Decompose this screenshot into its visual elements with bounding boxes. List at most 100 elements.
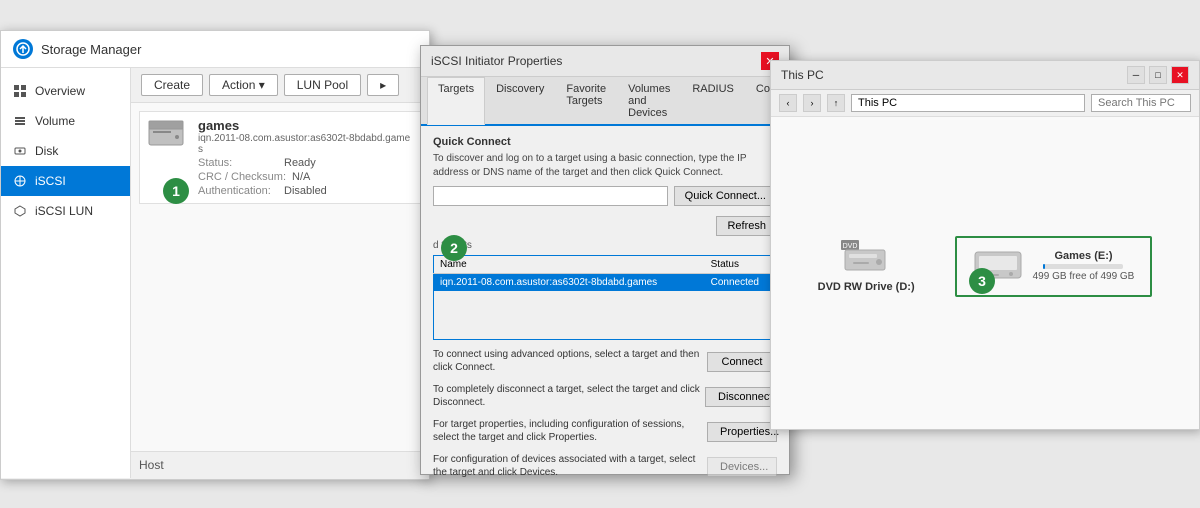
games-drive-progress-fill [1043, 264, 1045, 269]
properties-button[interactable]: Properties... [707, 422, 777, 442]
connect-desc: To connect using advanced options, selec… [433, 348, 707, 374]
properties-action-row: For target properties, including configu… [433, 418, 777, 447]
crc-label: CRC / Checksum: [198, 171, 286, 183]
forward-button[interactable]: › [803, 94, 821, 112]
target-row-empty-1 [434, 291, 777, 307]
explorer-toolbar: ‹ › ↑ [771, 90, 1199, 117]
auth-row: Authentication: Disabled [198, 185, 414, 197]
iscsi-table-area: games iqn.2011-08.com.asustor:as6302t-8b… [131, 103, 429, 451]
dialog-tabs: Targets Discovery Favorite Targets Volum… [421, 77, 789, 126]
action-button[interactable]: Action ▾ [209, 74, 278, 96]
discovered-targets-section: Refresh d targets Name Status iqn.2011-0… [433, 216, 777, 340]
sidebar-label-overview: Overview [35, 84, 85, 98]
target-row-empty-2 [434, 307, 777, 323]
sidebar-item-iscsi-lun[interactable]: iSCSI LUN [1, 196, 130, 226]
explorer-content: DVD DVD RW Drive (D:) [771, 117, 1199, 415]
sidebar-item-disk[interactable]: Disk [1, 136, 130, 166]
target-row-empty-3 [434, 323, 777, 339]
disconnect-desc: To completely disconnect a target, selec… [433, 383, 705, 409]
search-input[interactable] [1091, 94, 1191, 112]
connect-button[interactable]: Connect [707, 352, 777, 372]
target-name: iqn.2011-08.com.asustor:as6302t-8bdabd.g… [434, 274, 705, 292]
disconnect-action-row: To completely disconnect a target, selec… [433, 383, 777, 412]
main-panel: Create Action ▾ LUN Pool ▸ [131, 68, 429, 478]
maximize-button[interactable]: □ [1149, 66, 1167, 84]
address-bar[interactable] [851, 94, 1085, 112]
sidebar-label-iscsi-lun: iSCSI LUN [35, 204, 93, 218]
sidebar-item-overview[interactable]: Overview [1, 76, 130, 106]
cube-icon [13, 204, 27, 218]
quick-connect-input[interactable] [433, 186, 668, 206]
storage-title: Storage Manager [41, 42, 141, 57]
refresh-button[interactable]: Refresh [716, 216, 777, 236]
sidebar: Overview Volume Disk iSCSI [1, 68, 131, 478]
create-button[interactable]: Create [141, 74, 203, 96]
status-label: Status: [198, 157, 278, 169]
dvd-drive-info: DVD RW Drive (D:) [818, 281, 915, 293]
iscsi-dialog: iSCSI Initiator Properties ✕ Targets Dis… [420, 45, 790, 475]
properties-desc: For target properties, including configu… [433, 418, 707, 444]
action-rows: To connect using advanced options, selec… [433, 348, 777, 482]
disconnect-button[interactable]: Disconnect [705, 387, 777, 407]
grid-icon [13, 84, 27, 98]
dvd-drive-icon: DVD [841, 240, 891, 275]
devices-button[interactable]: Devices... [707, 457, 777, 477]
quick-connect-button[interactable]: Quick Connect... [674, 186, 777, 206]
iscsi-device-icon [146, 118, 186, 148]
connect-action-row: To connect using advanced options, selec… [433, 348, 777, 377]
discovered-label: d targets [433, 240, 777, 251]
iscsi-name: games [198, 118, 414, 133]
sidebar-item-iscsi[interactable]: iSCSI [1, 166, 130, 196]
dvd-drive-name: DVD RW Drive (D:) [818, 281, 915, 293]
network-icon [13, 174, 27, 188]
lun-pool-button[interactable]: LUN Pool [284, 74, 361, 96]
auth-value: Disabled [284, 185, 327, 197]
status-row: Status: Ready [198, 157, 414, 169]
layers-icon [13, 114, 27, 128]
svg-text:DVD: DVD [843, 243, 858, 250]
target-status: Connected [705, 274, 777, 292]
explorer-controls: ─ □ ✕ [1127, 66, 1189, 84]
toolbar: Create Action ▾ LUN Pool ▸ [131, 68, 429, 103]
refresh-row: Refresh [433, 216, 777, 236]
devices-action-row: For configuration of devices associated … [433, 453, 777, 482]
back-button[interactable]: ‹ [779, 94, 797, 112]
explorer-titlebar: This PC ─ □ ✕ [771, 61, 1199, 90]
iscsi-iqn: iqn.2011-08.com.asustor:as6302t-8bdabd.g… [198, 133, 414, 155]
more-button[interactable]: ▸ [367, 74, 399, 96]
up-button[interactable]: ↑ [827, 94, 845, 112]
sidebar-item-volume[interactable]: Volume [1, 106, 130, 136]
tab-targets[interactable]: Targets [427, 77, 485, 125]
quick-connect-label: Quick Connect [433, 136, 777, 148]
storage-titlebar: Storage Manager [1, 31, 429, 68]
tab-favorite-targets[interactable]: Favorite Targets [555, 77, 617, 124]
quick-connect-section: Quick Connect To discover and log on to … [433, 136, 777, 206]
status-value: Ready [284, 157, 316, 169]
host-section: Host [131, 451, 429, 478]
col-name: Name [434, 256, 705, 274]
explorer-window: This PC ─ □ ✕ ‹ › ↑ DVD [770, 60, 1200, 430]
dvd-drive-item[interactable]: DVD DVD RW Drive (D:) [818, 240, 915, 293]
sidebar-label-disk: Disk [35, 144, 58, 158]
close-button[interactable]: ✕ [1171, 66, 1189, 84]
storage-logo [13, 39, 33, 59]
quick-connect-desc: To discover and log on to a target using… [433, 152, 777, 180]
col-status: Status [705, 256, 777, 274]
crc-row: CRC / Checksum: N/A [198, 171, 414, 183]
dialog-titlebar: iSCSI Initiator Properties ✕ [421, 46, 789, 77]
dialog-body: Quick Connect To discover and log on to … [421, 126, 789, 494]
dialog-title: iSCSI Initiator Properties [431, 54, 562, 68]
targets-table: Name Status iqn.2011-08.com.asustor:as63… [433, 255, 777, 340]
minimize-button[interactable]: ─ [1127, 66, 1145, 84]
tab-radius[interactable]: RADIUS [681, 77, 745, 124]
devices-desc: For configuration of devices associated … [433, 453, 707, 479]
quick-connect-row: Quick Connect... [433, 186, 777, 206]
tab-discovery[interactable]: Discovery [485, 77, 555, 124]
sidebar-label-iscsi: iSCSI [35, 174, 66, 188]
tab-volumes-devices[interactable]: Volumes and Devices [617, 77, 681, 124]
iscsi-details: games iqn.2011-08.com.asustor:as6302t-8b… [198, 118, 414, 197]
target-row[interactable]: iqn.2011-08.com.asustor:as6302t-8bdabd.g… [434, 274, 777, 292]
step-3-badge: 3 [969, 268, 995, 294]
games-drive-space: 499 GB free of 499 GB [1033, 271, 1135, 282]
crc-value: N/A [292, 171, 310, 183]
